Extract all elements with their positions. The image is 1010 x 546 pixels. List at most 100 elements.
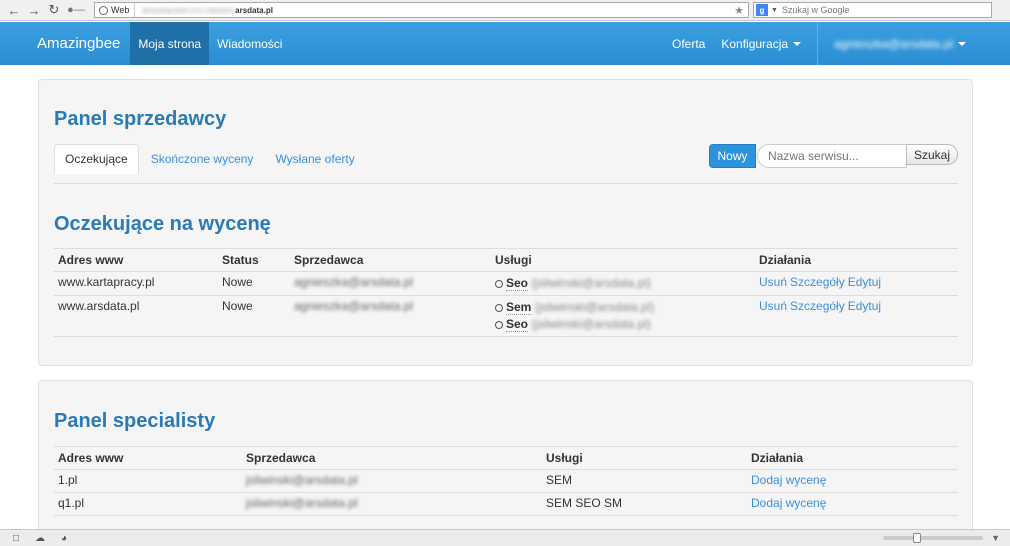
address-cell: q1.pl <box>54 492 242 516</box>
table-header-row: Adres www Status Sprzedawca Usługi Dział… <box>54 248 958 272</box>
column-header: Adres www <box>54 248 218 272</box>
edit-link[interactable]: Edytuj <box>848 299 881 313</box>
cloud-icon[interactable]: ☁ <box>32 532 48 544</box>
service-name[interactable]: Seo <box>506 276 529 291</box>
status-cell: Nowe <box>218 271 290 296</box>
zoom-slider-handle[interactable] <box>913 533 922 543</box>
seller-email: jsliwinski@arsdata.pl <box>246 473 358 487</box>
browser-toolbar: ← → ↻ ●— Web amazing-bee-crm.clients3.ar… <box>0 0 1010 21</box>
services-cell: Seo (jsliwinski@arsdata.pl) <box>491 271 755 296</box>
browser-search-box[interactable]: g ▼ Szukaj w Google <box>753 2 992 18</box>
zoom-slider[interactable] <box>883 533 984 543</box>
service-name[interactable]: Seo <box>506 317 529 332</box>
brand-logo[interactable]: Amazingbee <box>0 22 130 65</box>
status-cell: Nowe <box>218 295 290 337</box>
user-menu[interactable]: agnieszka@arsdata.pl <box>817 22 1010 65</box>
speed-dial-icon[interactable]: ◕ <box>56 532 72 544</box>
column-header: Usługi <box>491 248 755 272</box>
service-email: (jsliwinski@arsdata.pl) <box>531 317 651 331</box>
seller-email: agnieszka@arsdata.pl <box>294 275 413 289</box>
seller-cell: agnieszka@arsdata.pl <box>290 271 491 296</box>
address-cell: www.arsdata.pl <box>54 295 218 337</box>
details-link[interactable]: Szczegóły <box>790 299 845 313</box>
reload-icon[interactable]: ↻ <box>44 1 64 19</box>
back-arrow-icon[interactable]: ← <box>4 1 24 19</box>
specialist-panel-title: Panel specialisty <box>54 410 216 432</box>
new-button[interactable]: Nowy <box>709 144 756 168</box>
seller-email: jsliwinski@arsdata.pl <box>246 496 358 510</box>
specialist-table: Adres www Sprzedawca Usługi Działania 1.… <box>54 446 958 516</box>
nav-konfiguracja-label: Konfiguracja <box>721 36 789 51</box>
edit-link[interactable]: Edytuj <box>848 275 881 289</box>
service-name[interactable]: Sem <box>506 300 532 315</box>
pending-table: Adres www Status Sprzedawca Usługi Dział… <box>54 248 958 337</box>
services-cell: SEM <box>542 469 747 493</box>
url-domain: arsdata.pl <box>235 5 273 15</box>
column-header: Usługi <box>542 446 747 470</box>
search-button[interactable]: Szukaj <box>906 144 958 165</box>
tab-wyslane-oferty[interactable]: Wysłane oferty <box>265 144 364 174</box>
url-host: amazing-bee-crm.clients3. <box>141 5 236 15</box>
zoom-dropdown-icon[interactable]: ▼ <box>991 533 1000 543</box>
service-email: (jsliwinski@arsdata.pl) <box>531 276 651 290</box>
tab-skonczone-wyceny[interactable]: Skończone wyceny <box>141 144 264 174</box>
nav-wiadomosci[interactable]: Wiadomości <box>209 22 290 65</box>
actions-cell: Usuń Szczegóły Edytuj <box>755 295 958 337</box>
clock-icon <box>495 303 503 312</box>
address-cell: 1.pl <box>54 469 242 493</box>
seller-cell: jsliwinski@arsdata.pl <box>242 469 542 493</box>
clock-icon <box>495 320 503 329</box>
add-quote-link[interactable]: Dodaj wycenę <box>751 473 826 487</box>
url-text[interactable]: amazing-bee-crm.clients3.arsdata.pl <box>141 6 730 15</box>
specialist-panel: Panel specialisty Adres www Sprzedawca U… <box>38 380 973 540</box>
forward-arrow-icon[interactable]: → <box>24 1 44 19</box>
top-navbar: Amazingbee Moja strona Wiadomości Oferta… <box>0 22 1010 65</box>
details-link[interactable]: Szczegóły <box>790 275 845 289</box>
web-chip-label: Web <box>111 5 130 15</box>
pending-section-title: Oczekujące na wycenę <box>54 213 271 235</box>
user-email: agnieszka@arsdata.pl <box>834 36 953 51</box>
actions-cell: Dodaj wycenę <box>747 469 958 493</box>
seller-email: agnieszka@arsdata.pl <box>294 299 413 313</box>
seller-cell: agnieszka@arsdata.pl <box>290 295 491 337</box>
service-entry: Sem (jsliwinski@arsdata.pl) <box>495 299 751 316</box>
actions-cell: Usuń Szczegóły Edytuj <box>755 271 958 296</box>
nav-moja-strona[interactable]: Moja strona <box>130 22 210 65</box>
address-cell: www.kartapracy.pl <box>54 271 218 296</box>
services-cell: Sem (jsliwinski@arsdata.pl) Seo (jsliwin… <box>491 295 755 337</box>
column-header: Działania <box>747 446 958 470</box>
nav-oferta[interactable]: Oferta <box>664 22 713 65</box>
seller-panel-title: Panel sprzedawcy <box>54 108 227 130</box>
nav-konfiguracja[interactable]: Konfiguracja <box>713 22 817 65</box>
service-entry: Seo (jsliwinski@arsdata.pl) <box>495 316 751 333</box>
dropdown-arrow-icon[interactable]: ▼ <box>771 7 778 14</box>
address-bar[interactable]: Web amazing-bee-crm.clients3.arsdata.pl … <box>94 2 749 18</box>
delete-link[interactable]: Usuń <box>759 299 787 313</box>
service-email: (jsliwinski@arsdata.pl) <box>534 300 655 314</box>
seller-cell: jsliwinski@arsdata.pl <box>242 492 542 516</box>
tab-oczekujace[interactable]: Oczekujące <box>54 144 139 174</box>
google-icon[interactable]: g <box>756 4 768 16</box>
caret-down-icon <box>793 41 802 46</box>
table-row: q1.pl jsliwinski@arsdata.pl SEM SEO SM D… <box>54 492 958 516</box>
table-header-row: Adres www Sprzedawca Usługi Działania <box>54 446 958 470</box>
seller-panel: Panel sprzedawcy Oczekujące Skończone wy… <box>38 79 973 366</box>
table-row: www.kartapracy.pl Nowe agnieszka@arsdata… <box>54 271 958 296</box>
service-search-input[interactable] <box>757 144 907 168</box>
services-cell: SEM SEO SM <box>542 492 747 516</box>
browser-status-bar: □ ☁ ◕ ▼ <box>0 529 1010 546</box>
clock-icon <box>495 279 503 288</box>
add-quote-link[interactable]: Dodaj wycenę <box>751 496 826 510</box>
column-header: Sprzedawca <box>242 446 542 470</box>
bookmark-star-icon[interactable]: ★ <box>730 4 748 17</box>
web-chip[interactable]: Web <box>95 3 136 17</box>
browser-search-placeholder: Szukaj w Google <box>781 5 850 15</box>
tabs-divider <box>54 183 958 184</box>
delete-link[interactable]: Usuń <box>759 275 787 289</box>
globe-icon <box>99 5 108 15</box>
table-row: 1.pl jsliwinski@arsdata.pl SEM Dodaj wyc… <box>54 469 958 493</box>
panel-toggle-icon[interactable]: □ <box>8 532 24 544</box>
column-header: Sprzedawca <box>290 248 491 272</box>
key-icon[interactable]: ●— <box>64 1 88 19</box>
actions-cell: Dodaj wycenę <box>747 492 958 516</box>
